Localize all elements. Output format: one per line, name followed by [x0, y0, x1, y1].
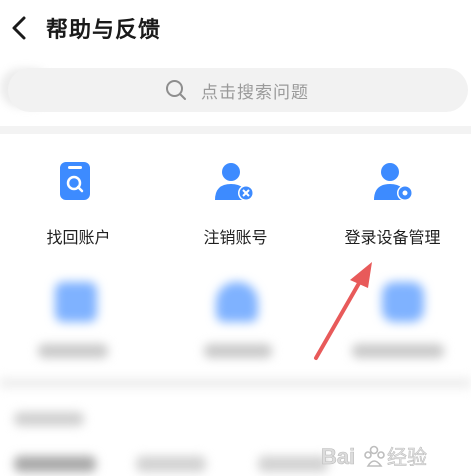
- user-remove-icon: [215, 163, 254, 201]
- blurred-icon: [216, 282, 258, 322]
- svg-text:Bai: Bai: [321, 444, 355, 469]
- section-divider: [0, 126, 471, 134]
- find-account-button[interactable]: 找回账户: [0, 160, 157, 250]
- search-icon: [166, 80, 186, 100]
- deactivate-account-label: 注销账号: [203, 228, 268, 247]
- header-bar: 帮助与反馈: [0, 0, 471, 56]
- blurred-label: [204, 344, 272, 358]
- find-account-label: 找回账户: [46, 228, 111, 247]
- blurred-icon: [382, 282, 424, 322]
- back-button[interactable]: [8, 14, 32, 42]
- page-title: 帮助与反馈: [46, 18, 162, 43]
- blurred-label: [38, 344, 108, 358]
- search-section: 点击搜索问题: [0, 60, 471, 128]
- search-input[interactable]: 点击搜索问题: [8, 68, 468, 112]
- blurred-label: [352, 344, 444, 358]
- find-account-icon: [60, 162, 90, 200]
- search-placeholder: 点击搜索问题: [201, 83, 309, 103]
- blurred-section-title: [14, 412, 84, 426]
- login-device-management-label: 登录设备管理: [344, 228, 441, 247]
- blurred-tab: [136, 456, 206, 472]
- blurred-tab: [14, 456, 96, 472]
- blurred-icon: [55, 282, 97, 322]
- baidu-jingyan-watermark: Bai 经验: [321, 444, 428, 470]
- chevron-left-icon: [12, 16, 26, 40]
- svg-text:经验: 经验: [387, 445, 427, 469]
- blurred-divider: [0, 378, 471, 388]
- deactivate-account-button[interactable]: 注销账号: [157, 160, 314, 250]
- login-device-management-button[interactable]: 登录设备管理: [314, 160, 471, 250]
- user-device-settings-icon: [374, 163, 413, 201]
